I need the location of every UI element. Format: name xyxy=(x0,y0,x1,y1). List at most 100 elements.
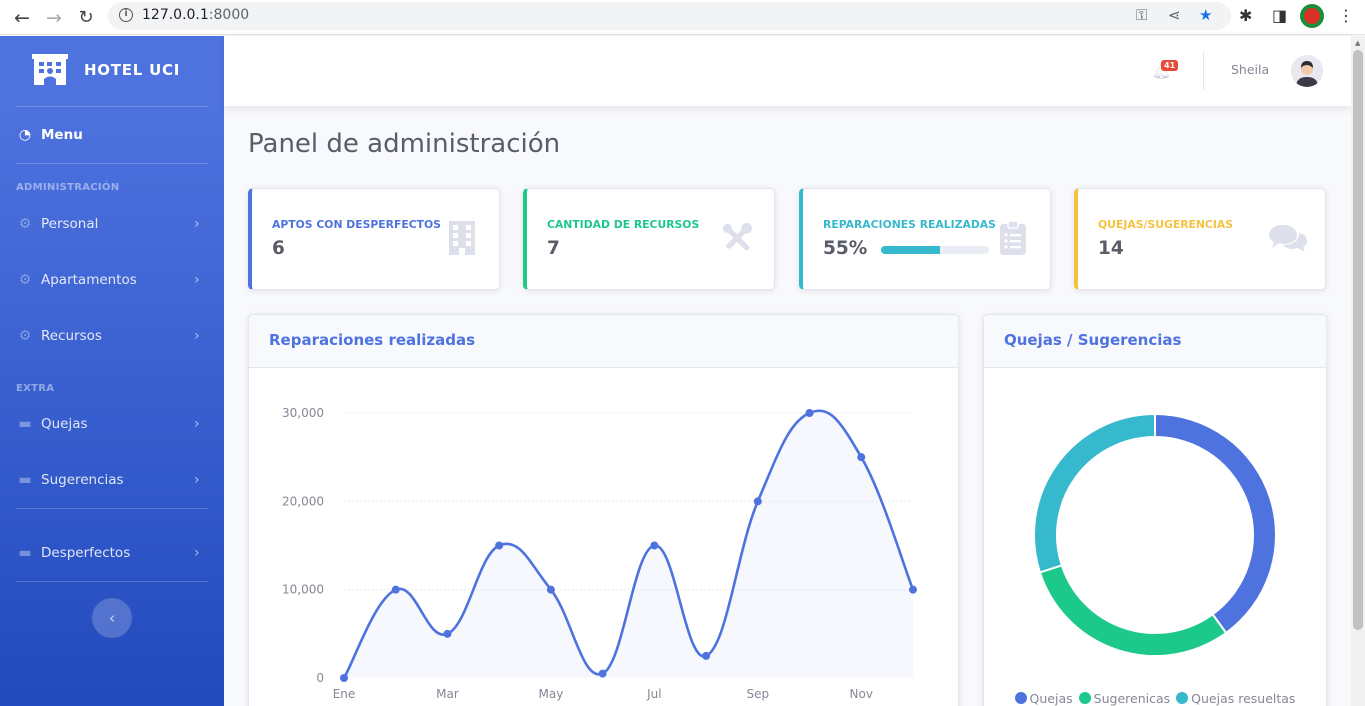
folder-icon: ▬ xyxy=(18,472,32,488)
sidebar-divider xyxy=(16,106,208,107)
page-scrollbar[interactable]: ▲ xyxy=(1351,36,1365,706)
legend-item[interactable]: Quejas xyxy=(1014,691,1073,706)
chevron-right-icon: › xyxy=(194,472,200,488)
data-point[interactable] xyxy=(391,585,400,594)
sidebar-divider xyxy=(16,581,208,582)
extensions-puzzle-icon[interactable]: ✱ xyxy=(1239,6,1252,25)
address-bar[interactable]: i 127.0.0.1:8000 ⚿ ⋖ ★ xyxy=(108,2,1231,30)
x-tick-label: May xyxy=(539,687,564,701)
data-point[interactable] xyxy=(753,497,762,506)
stat-label: APTOS CON DESPERFECTOS xyxy=(272,218,441,231)
side-panel-icon[interactable]: ◨ xyxy=(1272,6,1287,25)
sidebar-toggle-button[interactable]: ‹ xyxy=(92,598,132,638)
data-point[interactable] xyxy=(857,453,866,462)
stat-label: REPARACIONES REALIZADAS xyxy=(823,218,996,231)
donut-slice[interactable] xyxy=(1033,412,1156,574)
sidebar-item-apartamentos[interactable]: ⚙ Apartamentos › xyxy=(0,260,224,300)
pie-legend: Quejas Sugerenicas Quejas resueltas xyxy=(984,691,1326,706)
donut-slice[interactable] xyxy=(1154,412,1277,635)
x-tick-label: Jul xyxy=(646,687,661,701)
avatar[interactable] xyxy=(1291,55,1323,87)
area-chart-title: Reparaciones realizadas xyxy=(269,331,476,349)
brand-name: HOTEL UCI xyxy=(84,61,181,79)
data-point[interactable] xyxy=(909,585,917,594)
sidebar-item-menu[interactable]: ◔ Menu xyxy=(0,115,224,155)
data-point[interactable] xyxy=(805,409,814,417)
user-avatar-icon xyxy=(1291,55,1323,87)
sidebar-heading-admin: ADMINISTRACIÓN xyxy=(16,182,120,193)
stat-value: 55% xyxy=(823,238,868,259)
gear-icon: ⚙ xyxy=(18,328,32,344)
scroll-up-icon[interactable]: ▲ xyxy=(1355,39,1360,47)
sidebar-item-label: Personal xyxy=(41,216,99,232)
chevron-right-icon: › xyxy=(194,545,200,561)
sidebar-item-label: Desperfectos xyxy=(41,545,131,561)
legend-label: Sugerenicas xyxy=(1093,691,1171,706)
chevron-right-icon: › xyxy=(194,216,200,232)
tools-icon xyxy=(722,223,752,251)
sidebar-item-quejas[interactable]: ▬ Quejas › xyxy=(0,404,224,444)
data-point[interactable] xyxy=(650,541,659,550)
chevron-right-icon: › xyxy=(194,272,200,288)
y-tick-label: 20,000 xyxy=(282,494,324,508)
forward-arrow-icon[interactable]: → xyxy=(40,0,68,35)
sidebar-item-desperfectos[interactable]: ▬ Desperfectos › xyxy=(0,533,224,573)
sidebar-divider xyxy=(16,163,208,164)
site-info-icon[interactable]: i xyxy=(119,8,133,22)
legend-dot-icon xyxy=(1014,692,1027,704)
chevron-right-icon: › xyxy=(194,328,200,344)
sidebar-item-sugerencias[interactable]: ▬ Sugerencias › xyxy=(0,460,224,500)
legend-dot-icon xyxy=(1078,692,1091,704)
clipboard-list-icon xyxy=(1000,221,1026,255)
sidebar-item-label: Menu xyxy=(41,127,83,143)
key-icon[interactable]: ⚿ xyxy=(1136,6,1147,24)
bookmark-star-icon[interactable]: ★ xyxy=(1199,6,1212,24)
stat-value: 14 xyxy=(1098,238,1124,259)
user-name[interactable]: Sheila xyxy=(1231,62,1269,77)
legend-label: Quejas resueltas xyxy=(1191,691,1296,706)
topbar-divider xyxy=(1203,52,1204,90)
data-point[interactable] xyxy=(443,629,452,638)
y-tick-label: 0 xyxy=(316,671,324,685)
stat-label: QUEJAS/SUGERENCIAS xyxy=(1098,218,1233,231)
back-arrow-icon[interactable]: ← xyxy=(8,0,36,35)
progress-bar-fill xyxy=(881,246,941,254)
sidebar-item-recursos[interactable]: ⚙ Recursos › xyxy=(0,316,224,356)
gear-icon: ⚙ xyxy=(18,216,32,232)
sidebar: HOTEL UCI ◔ Menu ADMINISTRACIÓN ⚙ Person… xyxy=(0,36,224,706)
url-text[interactable]: 127.0.0.1:8000 xyxy=(142,7,249,23)
stat-value: 7 xyxy=(547,238,560,259)
data-point[interactable] xyxy=(495,541,504,550)
sidebar-item-label: Apartamentos xyxy=(41,272,137,288)
y-tick-label: 30,000 xyxy=(282,406,324,420)
sidebar-item-label: Sugerencias xyxy=(41,472,124,488)
stat-label: CANTIDAD DE RECURSOS xyxy=(547,218,700,231)
sidebar-item-label: Recursos xyxy=(41,328,102,344)
data-point[interactable] xyxy=(546,585,555,594)
data-point[interactable] xyxy=(702,651,711,660)
area-chart-card: Reparaciones realizadas 0 10,000 20,000 30,… xyxy=(248,314,959,706)
legend-label: Quejas xyxy=(1029,691,1073,706)
sidebar-divider xyxy=(16,508,208,509)
scrollbar-thumb[interactable] xyxy=(1353,50,1363,630)
sidebar-brand[interactable]: HOTEL UCI xyxy=(0,36,224,106)
profile-avatar-icon[interactable] xyxy=(1300,4,1324,28)
donut-slice[interactable] xyxy=(1038,564,1228,657)
browser-toolbar: ← → ↻ i 127.0.0.1:8000 ⚿ ⋖ ★ ✱ ◨ ⋮ xyxy=(0,0,1365,35)
browser-menu-icon[interactable]: ⋮ xyxy=(1338,6,1354,25)
sidebar-item-personal[interactable]: ⚙ Personal › xyxy=(0,204,224,244)
comments-icon xyxy=(1269,225,1307,252)
hotel-logo-icon xyxy=(32,54,68,85)
data-point[interactable] xyxy=(340,674,348,682)
reload-icon[interactable]: ↻ xyxy=(72,0,100,35)
legend-item[interactable]: Sugerenicas xyxy=(1078,691,1171,706)
stat-card-desperfectos: APTOS CON DESPERFECTOS 6 xyxy=(248,188,500,290)
data-point[interactable] xyxy=(598,669,607,678)
area-chart-header: Reparaciones realizadas xyxy=(249,315,958,368)
x-tick-label: Nov xyxy=(850,687,873,701)
x-tick-label: Ene xyxy=(333,687,356,701)
chevron-right-icon: › xyxy=(194,416,200,432)
share-icon[interactable]: ⋖ xyxy=(1168,6,1181,24)
x-tick-label: Sep xyxy=(747,687,770,701)
legend-item[interactable]: Quejas resueltas xyxy=(1176,691,1295,706)
